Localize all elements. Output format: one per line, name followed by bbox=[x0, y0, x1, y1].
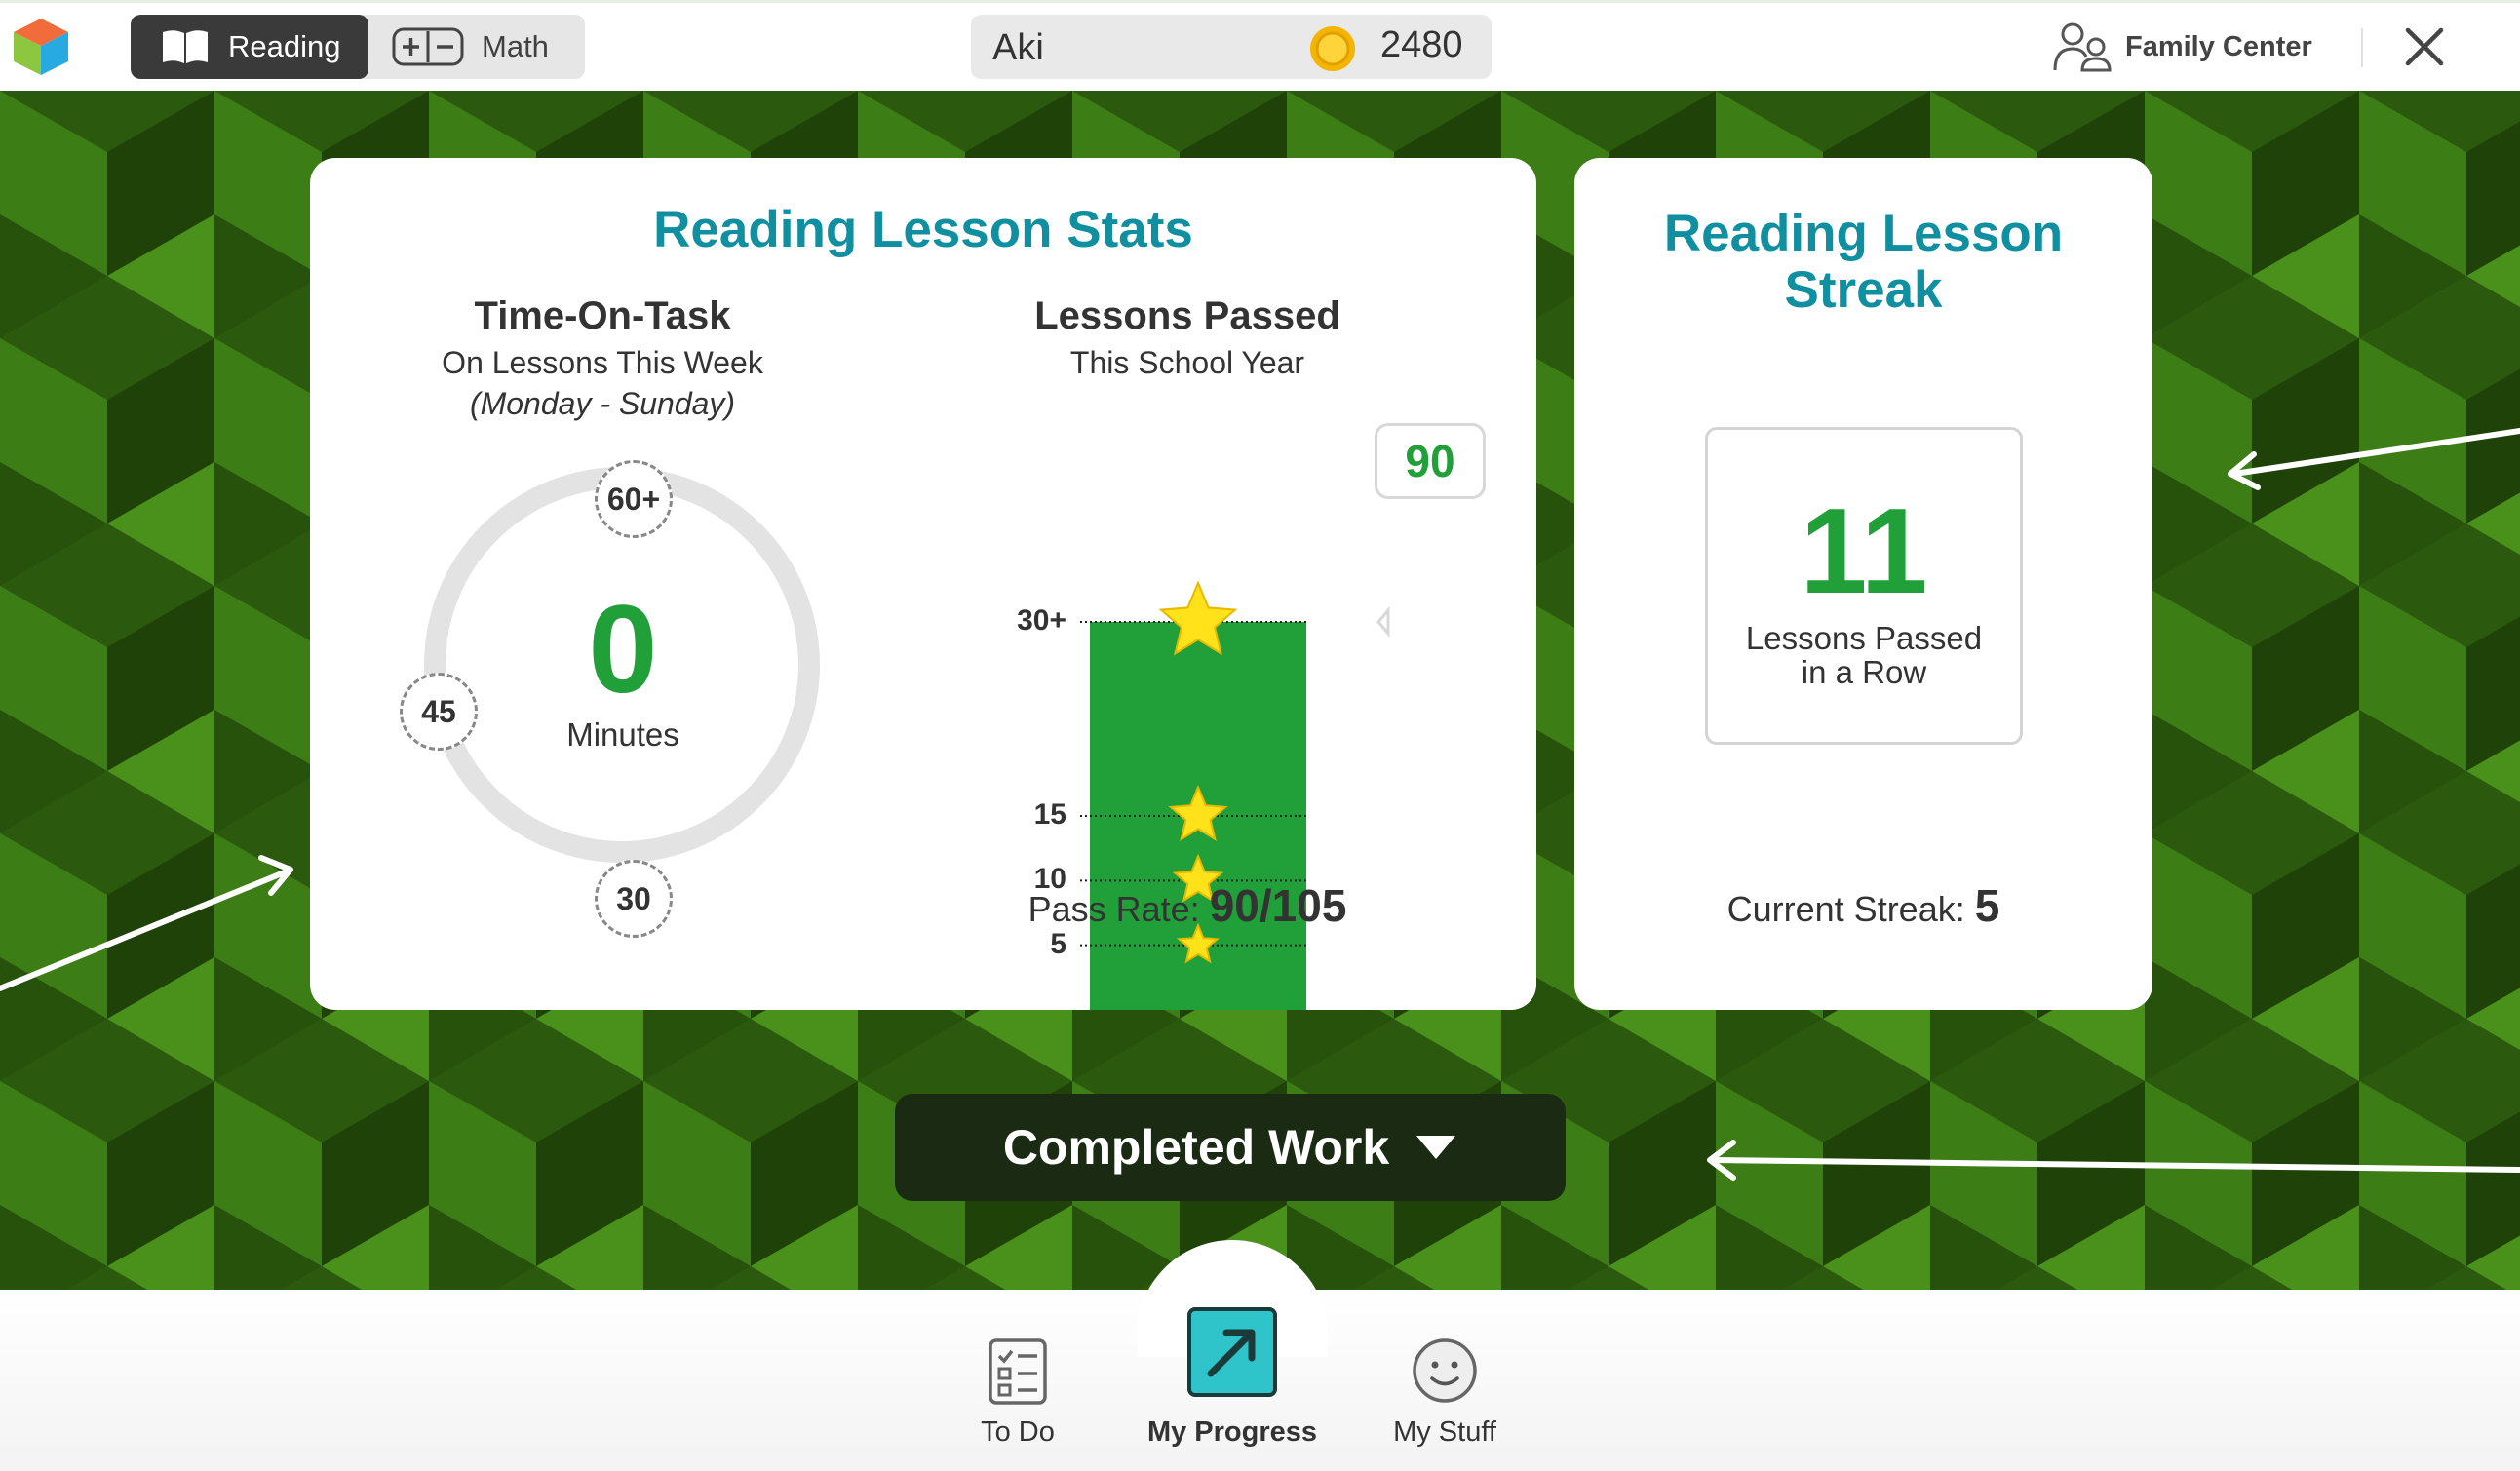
progress-arrow-icon bbox=[1187, 1307, 1277, 1397]
checklist-icon bbox=[989, 1338, 1047, 1405]
nav-my-progress[interactable]: My Progress bbox=[1125, 1301, 1339, 1457]
arrow-to-completed-work bbox=[1707, 1140, 2520, 1181]
nav-my-stuff-label: My Stuff bbox=[1393, 1416, 1496, 1448]
nav-my-progress-label: My Progress bbox=[1146, 1416, 1318, 1448]
nav-to-do-label: To Do bbox=[981, 1416, 1055, 1448]
arrow-to-streak-card bbox=[2228, 428, 2520, 490]
arrow-to-time-dial bbox=[0, 855, 293, 991]
smiley-icon bbox=[1413, 1338, 1477, 1403]
nav-my-stuff[interactable]: My Stuff bbox=[1338, 1301, 1552, 1457]
nav-to-do[interactable]: To Do bbox=[911, 1301, 1125, 1457]
